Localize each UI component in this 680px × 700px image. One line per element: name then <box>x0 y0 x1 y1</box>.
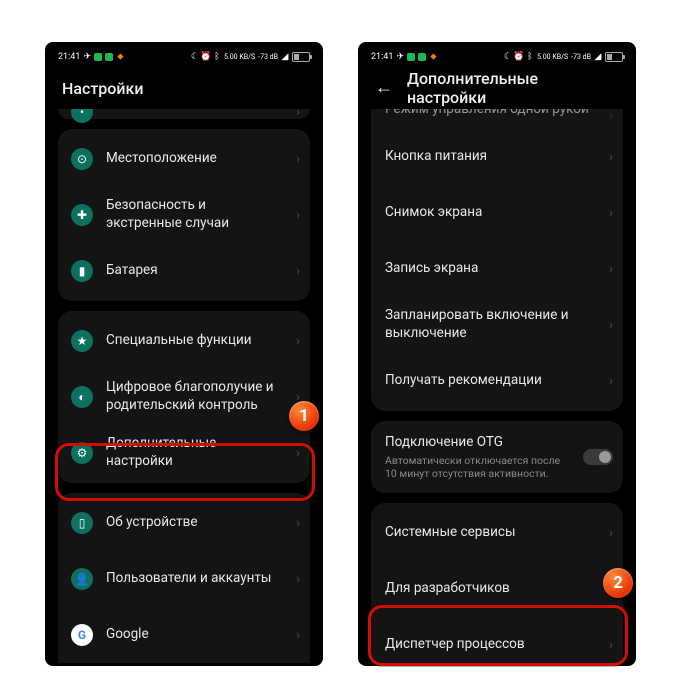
list-item-users[interactable]: 👤 Пользователи и аккаунты › <box>58 551 310 607</box>
device-icon: ▯ <box>71 512 93 534</box>
chevron-right-icon: › <box>296 572 300 587</box>
phone-right: 21:41 ✈ ⬥ ☾ ⏰ ᛒ 5.00 KB/S -73 dB ◢ ← Доп… <box>358 42 636 666</box>
chevron-right-icon: › <box>296 208 300 223</box>
battery-icon <box>605 52 623 62</box>
list-item-special[interactable]: ★ Специальные функции › <box>58 313 310 369</box>
telegram-icon: ✈ <box>83 53 91 61</box>
chevron-right-icon: › <box>609 206 613 221</box>
list-item-power-button[interactable]: Кнопка питания › <box>371 129 623 185</box>
header: ← Дополнительные настройки <box>361 67 633 109</box>
list-item-one-hand[interactable]: Режим управления одной рукой › <box>371 109 623 129</box>
chevron-right-icon: › <box>609 638 613 653</box>
chevron-right-icon: › <box>296 628 300 643</box>
app-indicator-icon <box>407 53 415 61</box>
status-bar: 21:41 ✈ ⬥ ☾ ⏰ ᛒ 5.00 KB/S -73 dB ◢ <box>361 45 633 67</box>
list-item-screenshot[interactable]: Снимок экрана › <box>371 185 623 241</box>
status-time: 21:41 <box>58 52 80 62</box>
net-speed: 5.00 KB/S <box>537 54 568 61</box>
gear-icon: ⚙ <box>71 442 93 464</box>
chevron-right-icon: › <box>296 516 300 531</box>
settings-group: Системные сервисы › Для разработчиков › … <box>371 503 623 663</box>
status-bar: 21:41 ✈ ⬥ ☾ ⏰ ᛒ 5.00 KB/S -73 dB ◢ <box>48 45 320 67</box>
chevron-right-icon: › <box>609 109 613 124</box>
list-item-location[interactable]: ⊙ Местоположение › <box>58 131 310 187</box>
generic-icon: • <box>71 109 93 123</box>
chevron-right-icon: › <box>609 374 613 389</box>
chevron-right-icon: › <box>296 446 300 461</box>
net-speed: 5.00 KB/S <box>224 54 255 61</box>
battery-icon <box>292 52 310 62</box>
list-item-google[interactable]: G Google › <box>58 607 310 663</box>
moon-icon: ☾ <box>504 53 512 61</box>
bluetooth-icon: ᛒ <box>213 53 221 61</box>
location-icon: ⊙ <box>71 148 93 170</box>
app-indicator-icon <box>105 53 113 61</box>
otg-toggle[interactable] <box>583 449 613 465</box>
list-item-system-services[interactable]: Системные сервисы › <box>371 505 623 561</box>
list-item-battery[interactable]: ▮ Батарея › <box>58 243 310 299</box>
bluetooth-icon: ᛒ <box>526 53 534 61</box>
chevron-right-icon: › <box>609 526 613 541</box>
list-item-schedule-power[interactable]: Запланировать включение и выключение › <box>371 297 623 353</box>
app-indicator-icon: ⬥ <box>116 53 124 61</box>
list-item-screen-record[interactable]: Запись экрана › <box>371 241 623 297</box>
back-button[interactable]: ← <box>375 79 393 97</box>
chevron-right-icon: › <box>609 262 613 277</box>
list-item-otg[interactable]: Подключение OTG Автоматически отключаетс… <box>371 423 623 491</box>
chevron-right-icon: › <box>609 582 613 597</box>
list-item-developer[interactable]: Для разработчиков › <box>371 561 623 617</box>
chevron-right-icon: › <box>609 150 613 165</box>
settings-group: Подключение OTG Автоматически отключаетс… <box>371 421 623 493</box>
wifi-db: -73 dB <box>258 54 278 61</box>
settings-group: ▯ Об устройстве › 👤 Пользователи и аккау… <box>58 493 310 663</box>
list-item-additional-settings[interactable]: ⚙ Дополнительные настройки › <box>58 425 310 481</box>
telegram-icon: ✈ <box>396 53 404 61</box>
list-item-about[interactable]: ▯ Об устройстве › <box>58 495 310 551</box>
list-item-wellbeing[interactable]: ◐ Цифровое благополучие и родительский к… <box>58 369 310 425</box>
settings-group: ★ Специальные функции › ◐ Цифровое благо… <box>58 311 310 483</box>
wifi-db: -73 dB <box>571 54 591 61</box>
list-item-process-manager[interactable]: Диспетчер процессов › <box>371 617 623 663</box>
status-time: 21:41 <box>371 52 393 62</box>
wifi-icon: ◢ <box>594 53 602 61</box>
chevron-right-icon: › <box>296 152 300 167</box>
app-indicator-icon <box>418 53 426 61</box>
chevron-right-icon: › <box>296 264 300 279</box>
star-icon: ★ <box>71 330 93 352</box>
moon-icon: ☾ <box>191 53 199 61</box>
chevron-right-icon: › <box>296 334 300 349</box>
phone-left: 21:41 ✈ ⬥ ☾ ⏰ ᛒ 5.00 KB/S -73 dB ◢ Настр… <box>45 42 323 666</box>
list-item-recommendations[interactable]: Получать рекомендации › <box>371 353 623 409</box>
chevron-right-icon: › <box>296 390 300 405</box>
alarm-icon: ⏰ <box>515 53 523 61</box>
battery-icon: ▮ <box>71 260 93 282</box>
google-icon: G <box>71 624 93 646</box>
header: Настройки <box>48 67 320 109</box>
app-indicator-icon: ⬥ <box>429 53 437 61</box>
app-indicator-icon <box>94 53 102 61</box>
wellbeing-icon: ◐ <box>71 386 93 408</box>
settings-group: ⊙ Местоположение › ✚ Безопасность и экст… <box>58 129 310 301</box>
page-title: Дополнительные настройки <box>407 69 619 107</box>
shield-icon: ✚ <box>71 204 93 226</box>
list-item-cut[interactable]: • › <box>58 109 310 117</box>
alarm-icon: ⏰ <box>202 53 210 61</box>
page-title: Настройки <box>62 79 143 98</box>
user-icon: 👤 <box>71 568 93 590</box>
chevron-right-icon: › <box>296 109 300 120</box>
chevron-right-icon: › <box>609 318 613 333</box>
wifi-icon: ◢ <box>281 53 289 61</box>
list-item-security[interactable]: ✚ Безопасность и экстренные случаи › <box>58 187 310 243</box>
